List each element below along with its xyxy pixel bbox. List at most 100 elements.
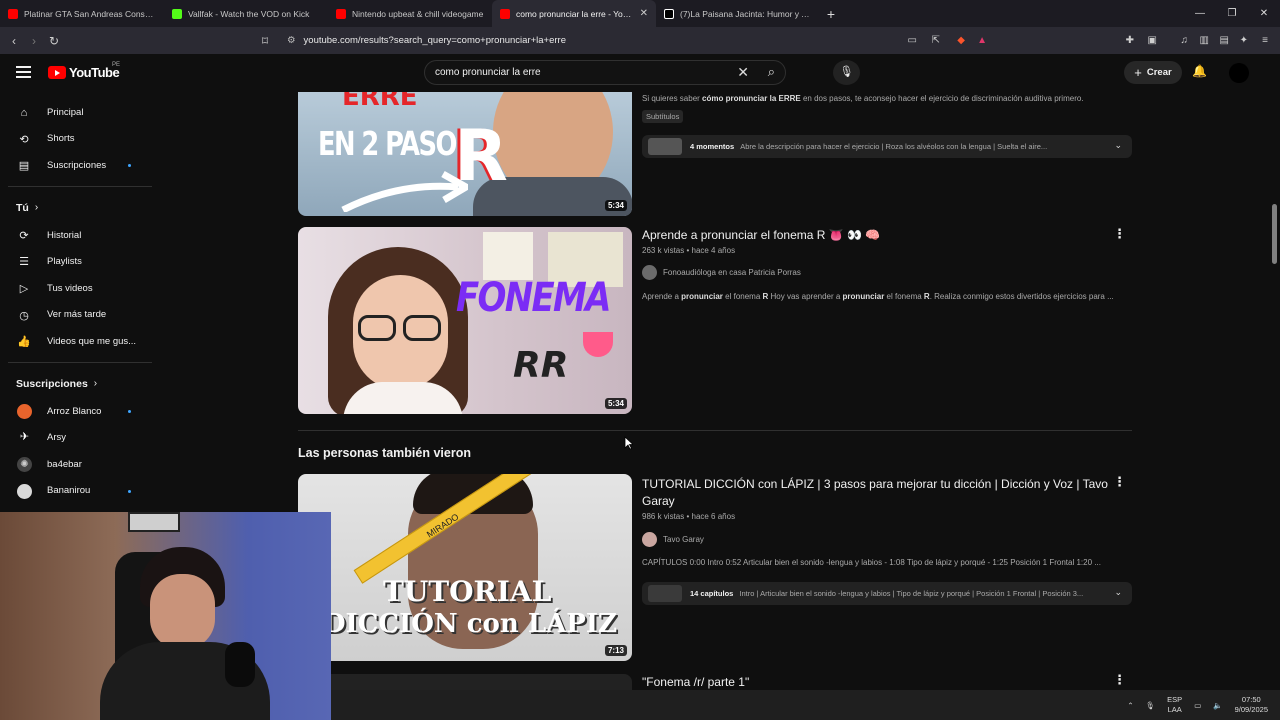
microphone-tray-icon[interactable]: 🎙 — [1146, 701, 1156, 710]
more-actions-icon[interactable]: ⋮ — [1113, 474, 1126, 490]
bookmark-icon[interactable]: ⌑ — [255, 34, 275, 48]
forward-icon[interactable]: › — [24, 34, 44, 48]
desc-highlight: pronunciar — [842, 292, 885, 301]
video-title[interactable]: TUTORIAL DICCIÓN con LÁPIZ | 3 pasos par… — [642, 476, 1112, 510]
site-info-icon[interactable]: ⚙ — [287, 35, 296, 46]
desc-highlight: cómo pronunciar la ERRE — [702, 94, 801, 103]
chevron-down-icon[interactable]: ⌄ — [1114, 587, 1122, 598]
webcam-person-face — [150, 574, 215, 649]
page-scrollbar[interactable] — [1270, 54, 1280, 694]
subscriptions-label: Suscripciones — [16, 377, 88, 390]
new-tab-icon[interactable]: + — [820, 6, 842, 22]
sidebar-divider — [8, 185, 152, 187]
youtube-header: YouTube PE como pronunciar la erre ✕ ⌕ 🎙… — [0, 54, 1280, 92]
tab-label: (7)La Paisana Jacinta: Humor y Avent — [680, 8, 812, 19]
video-thumbnail[interactable]: FONEMA RR 5:34 — [298, 227, 632, 414]
video-title[interactable]: Aprende a pronunciar el fonema R 👅 👀 🧠 — [642, 227, 1102, 244]
sidebar-item-shorts[interactable]: ⟲ Shorts — [0, 126, 160, 153]
extensions-icon[interactable]: ✚ — [1126, 35, 1134, 46]
sidebar-item-channel[interactable]: Bananirou — [0, 478, 160, 505]
chevron-down-icon[interactable]: ⌄ — [1114, 140, 1122, 151]
notifications-bell-icon[interactable]: 🔔 — [1192, 64, 1207, 78]
sidebar-item-historial[interactable]: ⟳ Historial — [0, 222, 160, 249]
sidebar-item-suscripciones[interactable]: ▤ Suscripciones — [0, 152, 160, 179]
create-button[interactable]: + Crear — [1124, 61, 1182, 84]
video-thumbnail[interactable]: MIRADO TUTORIAL DICCIÓN con LÁPIZ 7:13 — [298, 474, 632, 661]
liked-videos-icon: 👍 — [17, 336, 31, 349]
video-thumbnail[interactable]: ERRE EN 2 PASOS R 5:34 — [298, 92, 632, 216]
sidebar-toggle-icon[interactable]: ▥ — [1200, 35, 1209, 46]
voice-search-icon[interactable]: 🎙 — [833, 60, 860, 85]
sidebar-you-header[interactable]: Tú › — [0, 194, 160, 222]
you-label: Tú — [16, 201, 29, 214]
home-icon: ⌂ — [20, 107, 28, 119]
restore-icon[interactable]: ❐ — [1216, 0, 1248, 27]
sidebar-item-label: Videos que me gus... — [47, 335, 137, 347]
key-moments-bar[interactable]: 4 momentos Abre la descripción para hace… — [642, 135, 1132, 158]
close-window-icon[interactable]: ✕ — [1248, 0, 1280, 27]
channel-info[interactable]: Tavo Garay — [642, 532, 704, 547]
back-icon[interactable]: ‹ — [4, 34, 24, 48]
account-avatar[interactable] — [1229, 63, 1249, 83]
sidebar-item-ver-mas-tarde[interactable]: ◷ Ver más tarde — [0, 302, 160, 329]
thumbnail-glasses — [403, 315, 441, 341]
reload-icon[interactable]: ↻ — [44, 34, 64, 48]
youtube-logo[interactable]: YouTube PE — [48, 62, 120, 80]
chapter-thumbnail — [648, 585, 682, 602]
close-tab-icon[interactable]: ✕ — [640, 8, 648, 19]
volume-icon[interactable]: 🔈 — [1213, 701, 1222, 710]
browser-tab-strip: Platinar GTA San Andreas Consumió Vallfa… — [0, 0, 1280, 27]
moment-thumbnail — [648, 138, 682, 155]
minimize-icon[interactable]: — — [1184, 0, 1216, 27]
search-icon[interactable]: ⌕ — [768, 64, 775, 80]
thumbnail-text: FONEMA — [456, 275, 611, 321]
channel-avatar: ✺ — [17, 456, 32, 472]
sidebar-item-channel[interactable]: Arroz Blanco — [0, 398, 160, 425]
brave-rewards-icon[interactable]: ▲ — [977, 35, 987, 46]
more-actions-icon[interactable]: ⋮ — [1113, 672, 1126, 688]
leo-ai-icon[interactable]: ✦ — [1240, 35, 1248, 46]
clock[interactable]: 07:50 9/09/2025 — [1235, 695, 1268, 715]
music-icon[interactable]: ♫ — [1181, 35, 1189, 46]
clear-search-icon[interactable]: ✕ — [737, 64, 749, 81]
sidebar-subscriptions-header[interactable]: Suscripciones › — [0, 370, 160, 398]
video-duration: 5:34 — [604, 398, 627, 409]
chapters-count: 14 capítulos — [690, 589, 734, 598]
brave-shield-icon[interactable]: ◆ — [957, 35, 965, 46]
webcam-microphone — [225, 642, 255, 687]
tab-label: Platinar GTA San Andreas Consumió — [24, 8, 156, 19]
sidebar-item-tus-videos[interactable]: ▷ Tus videos — [0, 275, 160, 302]
more-actions-icon[interactable]: ⋮ — [1113, 226, 1126, 242]
browser-tab[interactable]: Vallfak - Watch the VOD on Kick — [164, 0, 328, 27]
cast-icon[interactable]: ▭ — [908, 35, 917, 46]
sidebar-item-channel[interactable]: ✺ ba4ebar — [0, 451, 160, 478]
browser-tab[interactable]: Nintendo upbeat & chill videogame — [328, 0, 492, 27]
sidebar-item-playlists[interactable]: ☰ Playlists — [0, 248, 160, 275]
language-indicator[interactable]: ESP LAA — [1167, 695, 1182, 715]
video-title[interactable]: "Fonema /r/ parte 1" — [642, 674, 1102, 691]
wallet-icon[interactable]: ▣ — [1148, 35, 1157, 46]
thumbnail-text: RR — [513, 345, 569, 386]
scrollbar-thumb[interactable] — [1272, 204, 1277, 264]
browser-tab[interactable]: (7)La Paisana Jacinta: Humor y Avent — [656, 0, 820, 27]
browser-tab-active[interactable]: como pronunciar la erre - YouTu ✕ — [492, 0, 656, 27]
wallet-panel-icon[interactable]: ▤ — [1220, 35, 1229, 46]
sidebar-item-channel[interactable]: ✈ Arsy — [0, 424, 160, 451]
search-input[interactable]: como pronunciar la erre ✕ ⌕ — [424, 60, 786, 85]
sidebar-item-principal[interactable]: ⌂ Principal — [0, 99, 160, 126]
channel-info[interactable]: Fonoaudióloga en casa Patricia Porras — [642, 265, 801, 280]
hamburger-menu-icon[interactable] — [16, 66, 31, 78]
sidebar-item-liked-videos[interactable]: 👍 Videos que me gus... — [0, 328, 160, 355]
network-icon[interactable]: ▭ — [1194, 701, 1201, 710]
desc-highlight: pronunciar — [681, 292, 723, 301]
chapters-bar[interactable]: 14 capítulos Intro | Articular bien el s… — [642, 582, 1132, 605]
thumbnail-poster — [483, 232, 533, 280]
tray-overflow-icon[interactable]: ⌃ — [1127, 701, 1133, 710]
menu-icon[interactable]: ≡ — [1262, 35, 1268, 46]
sidebar-item-label: Arroz Blanco — [47, 405, 102, 417]
chapters-text: Intro | Articular bien el sonido -lengua… — [739, 589, 1084, 598]
create-label: Crear — [1146, 67, 1172, 78]
share-icon[interactable]: ⇱ — [932, 35, 940, 46]
video-description: CAPÍTULOS 0:00 Intro 0:52 Articular bien… — [642, 558, 1101, 567]
browser-tab[interactable]: Platinar GTA San Andreas Consumió — [0, 0, 164, 27]
